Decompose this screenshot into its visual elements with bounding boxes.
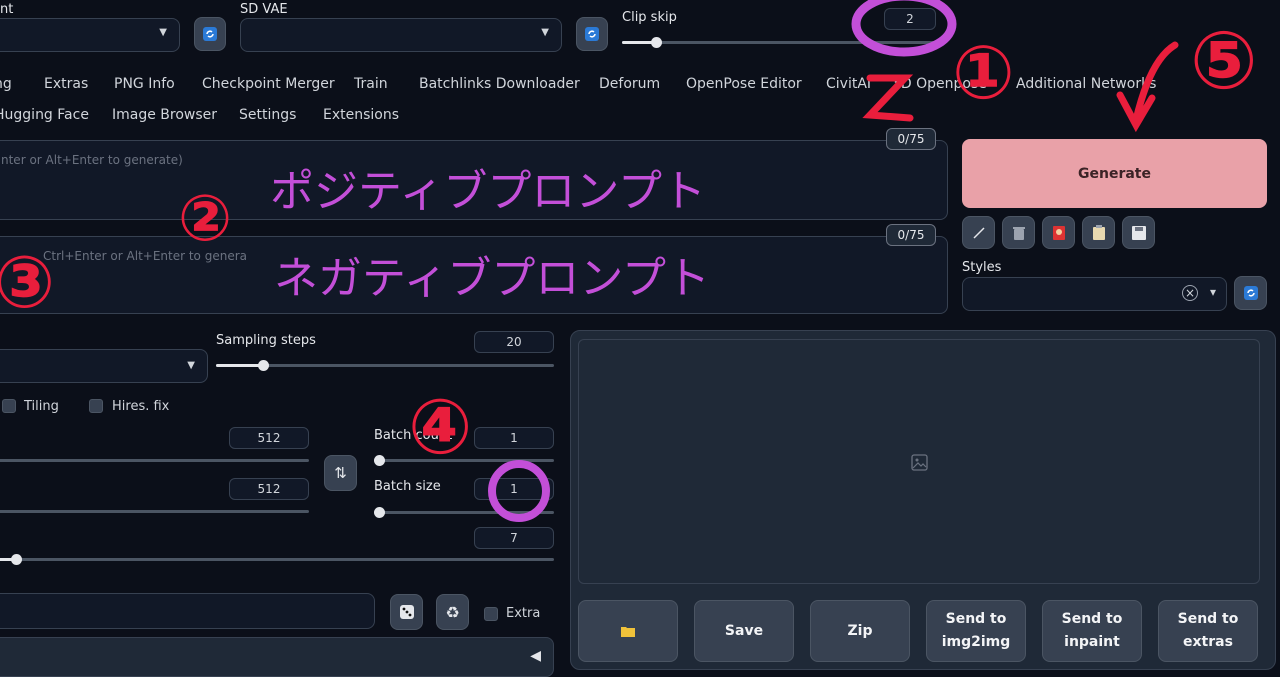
red-arrow-generate [1116, 41, 1179, 133]
purple-circle-clip-skip [851, 0, 957, 57]
purple-circle-batch-size [488, 460, 550, 522]
red-arrow-clip-skip [862, 74, 914, 122]
annotation-strokes [488, 0, 1179, 522]
